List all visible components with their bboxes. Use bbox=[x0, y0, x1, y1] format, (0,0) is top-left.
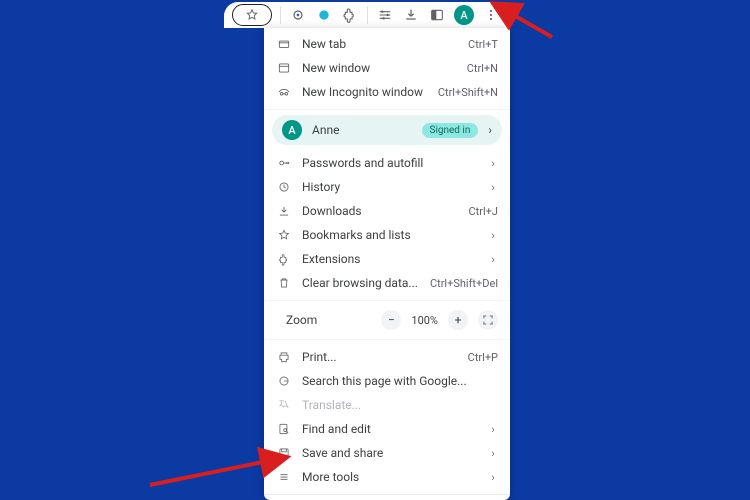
menu-item-new-window[interactable]: New window Ctrl+N bbox=[264, 56, 510, 80]
menu-label: Save and share bbox=[302, 446, 478, 460]
menu-label: New window bbox=[302, 61, 457, 75]
tab-icon bbox=[276, 36, 292, 52]
menu-shortcut: Ctrl+T bbox=[468, 38, 498, 51]
chrome-main-menu: New tab Ctrl+T New window Ctrl+N New Inc… bbox=[264, 28, 510, 500]
menu-label: Search this page with Google... bbox=[302, 374, 498, 388]
chevron-right-icon: › bbox=[488, 229, 498, 242]
menu-label: Print... bbox=[302, 350, 458, 364]
profile-avatar[interactable]: A bbox=[454, 5, 474, 25]
bookmark-star-button[interactable] bbox=[232, 4, 272, 26]
menu-item-clear-data[interactable]: Clear browsing data... Ctrl+Shift+Del bbox=[264, 271, 510, 295]
key-icon bbox=[276, 155, 292, 171]
menu-item-more-tools[interactable]: More tools › bbox=[264, 465, 510, 489]
fullscreen-button[interactable] bbox=[478, 310, 498, 330]
menu-label: Passwords and autofill bbox=[302, 156, 478, 170]
menu-item-save-share[interactable]: Save and share › bbox=[264, 441, 510, 465]
chevron-right-icon: › bbox=[488, 157, 498, 170]
chevron-right-icon: › bbox=[488, 253, 498, 266]
zoom-value: 100% bbox=[411, 314, 438, 327]
incognito-icon bbox=[276, 84, 292, 100]
annotation-arrow-top bbox=[504, 5, 564, 48]
puzzle-icon bbox=[276, 251, 292, 267]
download-icon[interactable] bbox=[402, 6, 420, 24]
menu-item-print[interactable]: Print... Ctrl+P bbox=[264, 345, 510, 369]
translate-icon bbox=[276, 397, 292, 413]
menu-label: Translate... bbox=[302, 398, 498, 412]
menu-shortcut: Ctrl+N bbox=[467, 62, 498, 75]
chevron-right-icon: › bbox=[488, 123, 492, 137]
signed-in-badge: Signed in bbox=[422, 123, 479, 138]
zoom-out-button[interactable]: − bbox=[381, 310, 401, 330]
chevron-right-icon: › bbox=[488, 471, 498, 484]
kebab-icon bbox=[483, 7, 499, 23]
menu-separator bbox=[264, 339, 510, 340]
star-icon bbox=[245, 8, 259, 22]
extension-dot-icon[interactable] bbox=[289, 6, 307, 24]
menu-label: New tab bbox=[302, 37, 458, 51]
menu-shortcut: Ctrl+Shift+Del bbox=[430, 277, 498, 290]
menu-label: More tools bbox=[302, 470, 478, 484]
fullscreen-icon bbox=[481, 313, 495, 327]
tune-icon[interactable] bbox=[376, 6, 394, 24]
zoom-row: Zoom − 100% + bbox=[264, 306, 510, 334]
sidepanel-icon[interactable] bbox=[428, 6, 446, 24]
download-icon bbox=[276, 203, 292, 219]
menu-item-extensions[interactable]: Extensions › bbox=[264, 247, 510, 271]
menu-label: Bookmarks and lists bbox=[302, 228, 478, 242]
menu-separator bbox=[264, 494, 510, 495]
menu-item-passwords[interactable]: Passwords and autofill › bbox=[264, 151, 510, 175]
menu-label: Clear browsing data... bbox=[302, 276, 420, 290]
toolbar-divider bbox=[367, 6, 368, 24]
app-circle-icon[interactable] bbox=[315, 6, 333, 24]
menu-label: Downloads bbox=[302, 204, 459, 218]
trash-icon bbox=[276, 275, 292, 291]
star-icon bbox=[276, 227, 292, 243]
menu-shortcut: Ctrl+Shift+N bbox=[438, 86, 498, 99]
print-icon bbox=[276, 349, 292, 365]
account-row[interactable]: A Anne Signed in › bbox=[272, 115, 502, 145]
find-icon bbox=[276, 421, 292, 437]
menu-label: Extensions bbox=[302, 252, 478, 266]
menu-item-bookmarks[interactable]: Bookmarks and lists › bbox=[264, 223, 510, 247]
menu-shortcut: Ctrl+P bbox=[468, 351, 498, 364]
chevron-right-icon: › bbox=[488, 447, 498, 460]
menu-separator bbox=[264, 300, 510, 301]
zoom-label: Zoom bbox=[286, 313, 371, 327]
chevron-right-icon: › bbox=[488, 423, 498, 436]
zoom-in-button[interactable]: + bbox=[448, 310, 468, 330]
account-name: Anne bbox=[312, 123, 412, 137]
menu-label: History bbox=[302, 180, 478, 194]
menu-item-new-incognito[interactable]: New Incognito window Ctrl+Shift+N bbox=[264, 80, 510, 104]
puzzle-icon[interactable] bbox=[341, 6, 359, 24]
menu-label: New Incognito window bbox=[302, 85, 428, 99]
menu-separator bbox=[264, 109, 510, 110]
menu-item-new-tab[interactable]: New tab Ctrl+T bbox=[264, 32, 510, 56]
account-avatar: A bbox=[282, 120, 302, 140]
menu-item-search-page[interactable]: Search this page with Google... bbox=[264, 369, 510, 393]
save-icon bbox=[276, 445, 292, 461]
menu-label: Find and edit bbox=[302, 422, 478, 436]
toolbar: A bbox=[224, 2, 510, 28]
window-icon bbox=[276, 60, 292, 76]
google-icon bbox=[276, 373, 292, 389]
menu-item-downloads[interactable]: Downloads Ctrl+J bbox=[264, 199, 510, 223]
chevron-right-icon: › bbox=[488, 181, 498, 194]
menu-shortcut: Ctrl+J bbox=[469, 205, 498, 218]
menu-item-translate: Translate... bbox=[264, 393, 510, 417]
tools-icon bbox=[276, 469, 292, 485]
menu-item-history[interactable]: History › bbox=[264, 175, 510, 199]
history-icon bbox=[276, 179, 292, 195]
toolbar-divider bbox=[280, 6, 281, 24]
menu-item-find-edit[interactable]: Find and edit › bbox=[264, 417, 510, 441]
more-menu-button[interactable] bbox=[482, 6, 500, 24]
